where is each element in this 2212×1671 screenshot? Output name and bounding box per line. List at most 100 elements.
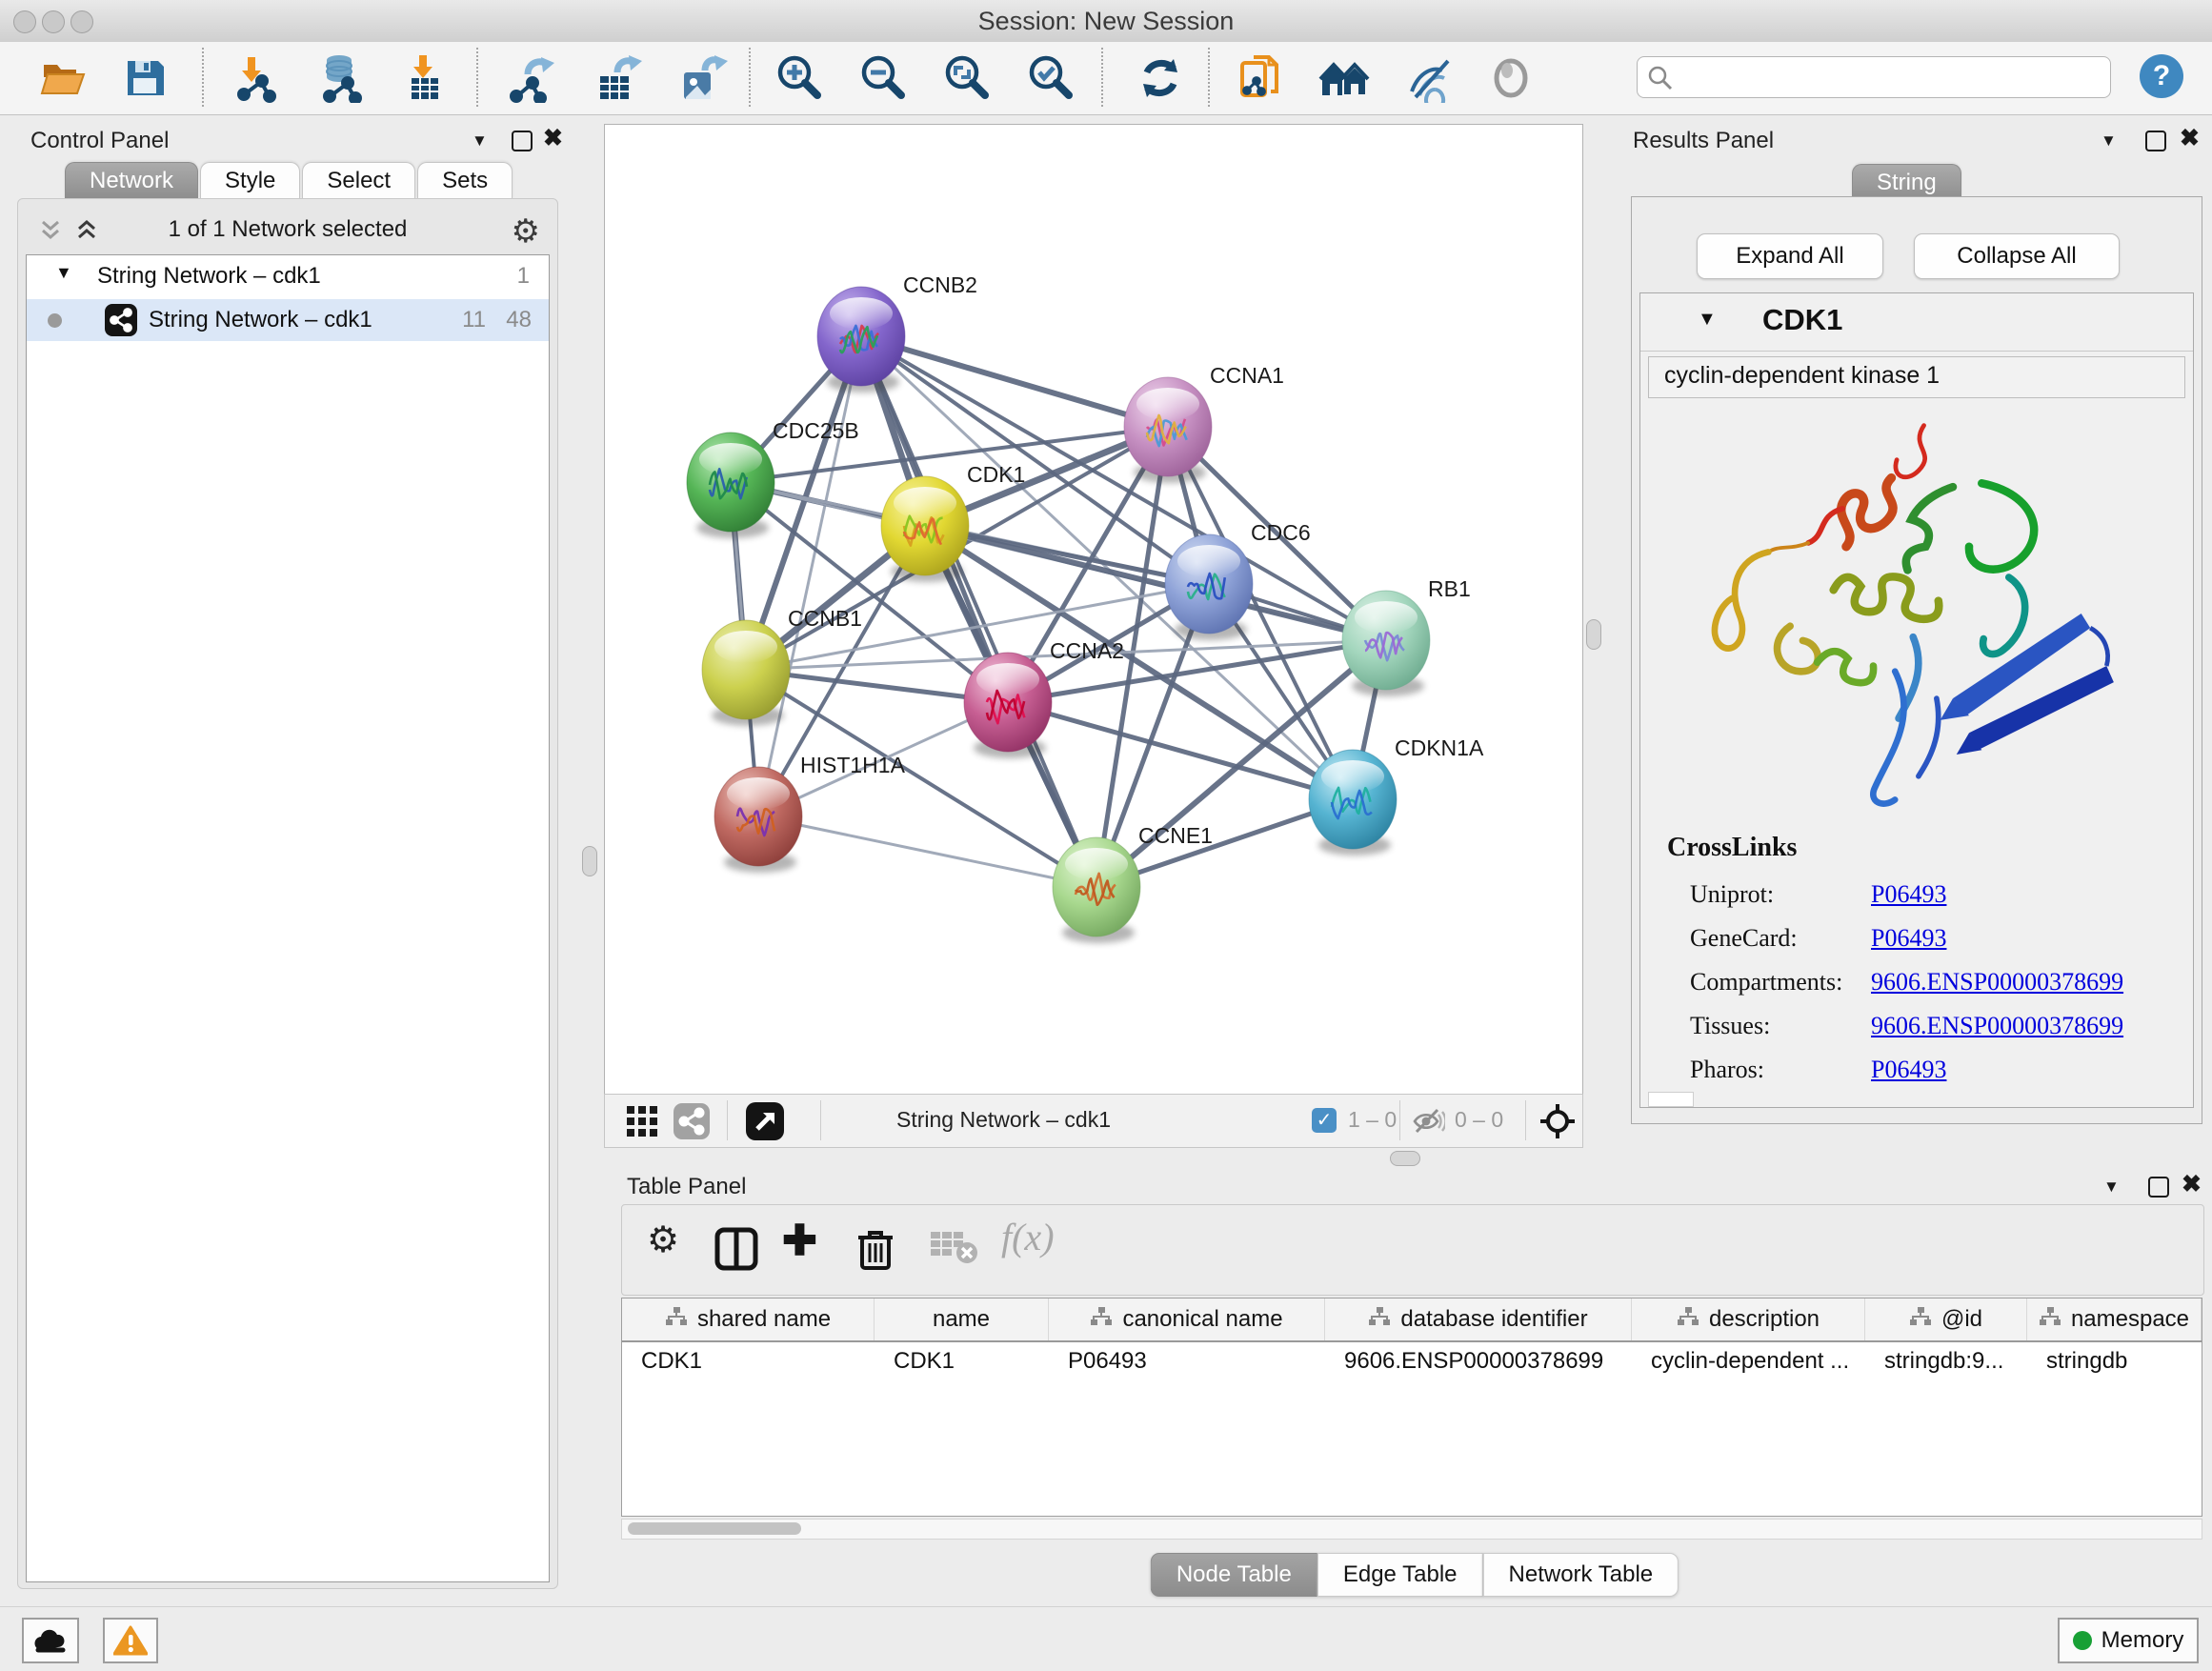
maximize-window-button[interactable] xyxy=(70,10,93,33)
tab-node-table[interactable]: Node Table xyxy=(1151,1553,1317,1597)
export-image-icon[interactable] xyxy=(676,53,726,103)
tab-select[interactable]: Select xyxy=(302,162,415,199)
zoom-in-icon[interactable] xyxy=(774,53,823,103)
crosslink-link[interactable]: P06493 xyxy=(1871,1056,1946,1084)
refresh-layout-icon[interactable] xyxy=(1136,53,1185,103)
table-options-gear-icon[interactable]: ⚙ xyxy=(647,1218,679,1261)
help-button[interactable]: ? xyxy=(2140,54,2183,98)
tab-sets[interactable]: Sets xyxy=(417,162,513,199)
right-splitter-handle[interactable] xyxy=(1586,619,1601,650)
edge-ccnb2-hist1h1a[interactable] xyxy=(758,336,861,816)
table-panel-float-button[interactable] xyxy=(2148,1177,2169,1198)
hide-unhide-icon[interactable] xyxy=(1406,53,1456,103)
control-panel-float-button[interactable] xyxy=(512,131,533,151)
results-panel-float-button[interactable] xyxy=(2145,131,2166,151)
node-cdc25b[interactable] xyxy=(687,433,774,538)
cell-canonical-name[interactable]: P06493 xyxy=(1049,1348,1325,1375)
node-ccnb1[interactable] xyxy=(702,620,790,726)
cell-name[interactable]: CDK1 xyxy=(875,1348,1049,1375)
crosslink-link[interactable]: 9606.ENSP00000378699 xyxy=(1871,1012,2123,1040)
show-home-icon[interactable] xyxy=(1318,53,1368,103)
save-session-icon[interactable] xyxy=(120,53,170,103)
node-ccne1[interactable] xyxy=(1053,837,1140,943)
cell-shared-name[interactable]: CDK1 xyxy=(622,1348,875,1375)
export-network-icon[interactable] xyxy=(507,53,556,103)
node-details-caret[interactable]: ▼ xyxy=(1698,309,1717,331)
column-header-database-identifier[interactable]: database identifier xyxy=(1325,1299,1632,1340)
bottom-splitter-handle[interactable] xyxy=(1390,1151,1420,1166)
edge-hist1h1a-ccne1[interactable] xyxy=(758,816,1096,887)
import-table-from-file-icon[interactable] xyxy=(400,53,450,103)
column-header-name[interactable]: name xyxy=(875,1299,1049,1340)
node-ccna2[interactable] xyxy=(964,653,1052,758)
search-field[interactable] xyxy=(1637,56,2111,98)
network-style-icon[interactable] xyxy=(674,1103,710,1144)
control-panel-menu-button[interactable]: ▼ xyxy=(472,131,488,151)
tab-style[interactable]: Style xyxy=(200,162,300,199)
table-panel-menu-button[interactable]: ▼ xyxy=(2103,1178,2120,1197)
node-hist1h1a[interactable] xyxy=(714,767,802,873)
delete-column-icon[interactable] xyxy=(853,1226,898,1277)
export-table-icon[interactable] xyxy=(593,53,642,103)
warnings-button[interactable] xyxy=(103,1618,158,1663)
close-window-button[interactable] xyxy=(13,10,36,33)
zoom-out-icon[interactable] xyxy=(857,53,907,103)
fit-selected-crosshair-icon[interactable] xyxy=(1538,1102,1577,1145)
column-header-namespace[interactable]: namespace xyxy=(2027,1299,2202,1340)
import-network-from-database-icon[interactable] xyxy=(314,53,364,103)
import-network-from-file-icon[interactable] xyxy=(232,53,282,103)
tab-network[interactable]: Network xyxy=(65,162,198,199)
node-rb1[interactable] xyxy=(1342,591,1430,696)
control-panel-close-button[interactable]: ✖ xyxy=(543,124,563,152)
results-panel-close-button[interactable]: ✖ xyxy=(2180,124,2200,152)
cell-description[interactable]: cyclin-dependent ... xyxy=(1632,1348,1865,1375)
table-panel-close-button[interactable]: ✖ xyxy=(2182,1170,2202,1198)
node-ccnb2[interactable] xyxy=(817,287,905,393)
network-collection-row[interactable]: ▼ String Network – cdk1 1 xyxy=(27,255,549,297)
crosslink-link[interactable]: 9606.ENSP00000378699 xyxy=(1871,968,2123,997)
tab-network-table[interactable]: Network Table xyxy=(1483,1553,1679,1597)
search-input[interactable] xyxy=(1679,60,2102,92)
open-session-icon[interactable] xyxy=(38,53,88,103)
minimize-window-button[interactable] xyxy=(42,10,65,33)
show-columns-icon[interactable] xyxy=(714,1226,759,1277)
network-row-selected[interactable]: String Network – cdk1 11 48 xyxy=(27,299,549,341)
node-cdkn1a[interactable] xyxy=(1309,750,1397,856)
column-header-@id[interactable]: @id xyxy=(1865,1299,2027,1340)
column-header-shared-name[interactable]: shared name xyxy=(622,1299,875,1340)
memory-button[interactable]: Memory xyxy=(2058,1618,2199,1663)
new-view-icon[interactable] xyxy=(746,1102,784,1145)
create-column-icon[interactable]: ✚ xyxy=(782,1217,817,1265)
tab-edge-table[interactable]: Edge Table xyxy=(1317,1553,1483,1597)
cell-@id[interactable]: stringdb:9... xyxy=(1865,1348,2027,1375)
table-hscrollbar[interactable] xyxy=(621,1519,2202,1540)
node-table[interactable]: shared namenamecanonical namedatabase id… xyxy=(621,1298,2202,1517)
expand-all-networks-icon[interactable] xyxy=(73,218,100,248)
node-cdk1[interactable] xyxy=(881,476,969,582)
node-details-header[interactable]: ▼ CDK1 xyxy=(1640,293,2193,352)
collection-expand-caret[interactable]: ▼ xyxy=(55,263,72,283)
column-header-canonical-name[interactable]: canonical name xyxy=(1049,1299,1325,1340)
network-options-gear-icon[interactable]: ⚙ xyxy=(512,212,540,251)
table-hscrollbar-thumb[interactable] xyxy=(628,1522,801,1535)
clone-network-icon[interactable] xyxy=(1237,53,1286,103)
birds-eye-view-icon[interactable] xyxy=(1486,53,1536,103)
node-cdc6[interactable] xyxy=(1165,534,1253,640)
cloud-button[interactable] xyxy=(22,1618,79,1663)
network-canvas[interactable]: CCNB2CCNA1CDC25BCDK1CDC6RB1CCNB1CCNA2CDK… xyxy=(604,124,1583,1096)
cell-namespace[interactable]: stringdb xyxy=(2027,1348,2202,1375)
left-splitter-handle[interactable] xyxy=(582,846,597,876)
cell-database-identifier[interactable]: 9606.ENSP00000378699 xyxy=(1325,1348,1632,1375)
column-header-description[interactable]: description xyxy=(1632,1299,1865,1340)
collapse-all-networks-icon[interactable] xyxy=(37,218,64,248)
crosslink-link[interactable]: P06493 xyxy=(1871,924,1946,953)
crosslinks-hscrollbar[interactable] xyxy=(1648,1092,1694,1107)
node-ccna1[interactable] xyxy=(1124,377,1212,483)
zoom-fit-content-icon[interactable] xyxy=(941,53,991,103)
selected-checkbox-icon[interactable]: ✓ xyxy=(1312,1108,1337,1133)
expand-all-button[interactable]: Expand All xyxy=(1697,233,1883,279)
results-panel-menu-button[interactable]: ▼ xyxy=(2101,131,2117,151)
collapse-all-button[interactable]: Collapse All xyxy=(1914,233,2120,279)
grid-view-icon[interactable] xyxy=(626,1105,658,1142)
table-row[interactable]: CDK1CDK1P064939606.ENSP00000378699cyclin… xyxy=(622,1342,2202,1380)
